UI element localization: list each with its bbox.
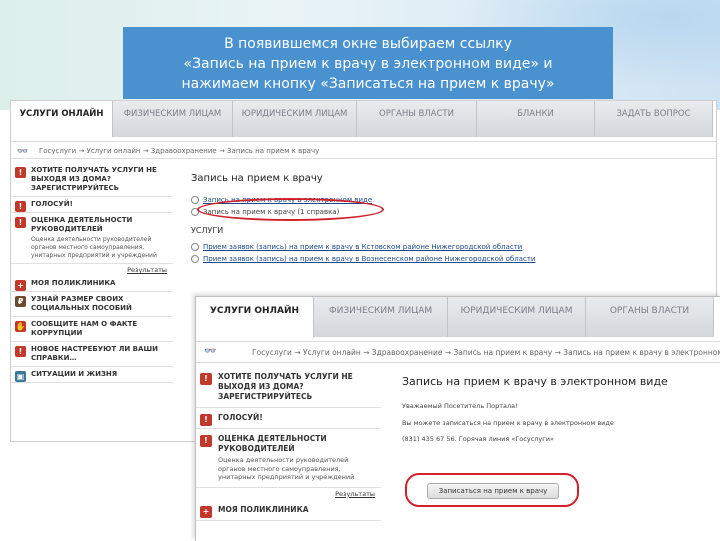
tab-forms[interactable]: БЛАНКИ	[477, 101, 595, 137]
sidebar-item-register[interactable]: ! ХОТИТЕ ПОЛУЧАТЬ УСЛУГИ НЕ ВЫХОДЯ ИЗ ДОМ…	[196, 367, 381, 408]
greeting-text: Уважаемый Посетитель Портала!	[402, 402, 518, 410]
sidebar-item-assessment[interactable]: ! ОЦЕНКА ДЕЯТЕЛЬНОСТИ РУКОВОДИТЕЛЕЙ Оценка…	[196, 429, 381, 488]
sidebar-item-vote[interactable]: ! ГОЛОСУЙ!	[11, 197, 173, 213]
tab-legal-entities[interactable]: ЮРИДИЧЕСКИМ ЛИЦАМ	[233, 101, 357, 137]
book-appointment-button[interactable]: Записаться на прием к врачу	[427, 483, 559, 499]
image-icon: ▣	[15, 371, 26, 382]
sidebar-item-label: МОЯ ПОЛИКЛИНИКА	[218, 504, 309, 514]
highlight-button-oval: Записаться на прием к врачу	[405, 473, 579, 507]
sidebar-item-register[interactable]: ! ХОТИТЕ ПОЛУЧАТЬ УСЛУГИ НЕ ВЫХОДЯ ИЗ ДОМ…	[11, 163, 173, 197]
radio-icon	[191, 255, 199, 263]
banner-line-3: нажимаем кнопку «Записаться на прием к в…	[181, 76, 555, 92]
page-title: Запись на прием к врачу в электронном ви…	[402, 375, 668, 388]
service-link-kstovo[interactable]: Прием заявок (запись) на прием к врачу в…	[191, 243, 711, 251]
main-nav: УСЛУГИ ОНЛАЙН ФИЗИЧЕСКИМ ЛИЦАМ ЮРИДИЧЕСК…	[11, 101, 713, 137]
sidebar-item-desc: Оценка деятельности руководителей органо…	[31, 236, 157, 259]
sidebar-item-label: СООБЩИТЕ НАМ О ФАКТЕ КОРРУПЦИИ	[31, 320, 138, 337]
tab-services-online[interactable]: УСЛУГИ ОНЛАЙН	[196, 297, 314, 337]
sidebar: ! ХОТИТЕ ПОЛУЧАТЬ УСЛУГИ НЕ ВЫХОДЯ ИЗ ДОМ…	[196, 367, 381, 521]
sidebar-item-situations[interactable]: ▣ СИТУАЦИИ И ЖИЗНЯ	[11, 367, 173, 383]
sidebar-item-vote[interactable]: ! ГОЛОСУЙ!	[196, 408, 381, 429]
sidebar-item-label: ХОТИТЕ ПОЛУЧАТЬ УСЛУГИ НЕ ВЫХОДЯ ИЗ ДОМА…	[31, 166, 157, 192]
tab-authorities[interactable]: ОРГАНЫ ВЛАСТИ	[586, 297, 714, 337]
plus-icon: +	[15, 280, 26, 291]
tab-individuals[interactable]: ФИЗИЧЕСКИМ ЛИЦАМ	[113, 101, 233, 137]
instruction-banner: В появившемся окне выбираем ссылку «Запи…	[123, 27, 613, 99]
banner-line-1: В появившемся окне выбираем ссылку	[224, 36, 512, 52]
sidebar-item-corruption[interactable]: ✋ СООБЩИТЕ НАМ О ФАКТЕ КОРРУПЦИИ	[11, 317, 173, 342]
highlight-oval	[197, 198, 384, 221]
alert-icon: !	[15, 201, 26, 212]
breadcrumb: Госуслуги → Услуги онлайн → Здравоохране…	[11, 141, 716, 159]
alert-icon: !	[15, 217, 26, 228]
tab-legal-entities[interactable]: ЮРИДИЧЕСКИМ ЛИЦАМ	[448, 297, 586, 337]
sidebar-item-label: УЗНАЙ РАЗМЕР СВОИХ СОЦИАЛЬНЫХ ПОСОБИЙ	[31, 295, 132, 312]
alert-icon: !	[200, 373, 212, 385]
sidebar-item-label: МОЯ ПОЛИКЛИНИКА	[31, 279, 116, 287]
services-heading: УСЛУГИ	[191, 226, 224, 235]
sidebar-item-label: НОВОЕ НАСТРЕБУЮТ ЛИ ВАШИ СПРАВКИ…	[31, 345, 158, 362]
service-link-label: Прием заявок (запись) на прием к врачу в…	[203, 243, 523, 251]
radio-icon	[191, 243, 199, 251]
info-text: Вы можете записаться на прием к врачу в …	[402, 418, 614, 427]
sidebar-item-certificates[interactable]: ! НОВОЕ НАСТРЕБУЮТ ЛИ ВАШИ СПРАВКИ…	[11, 342, 173, 367]
sidebar-item-label: ГОЛОСУЙ!	[218, 413, 263, 422]
banner-line-2: «Запись на прием к врачу в электронном в…	[183, 56, 553, 72]
sidebar-item-assessment[interactable]: ! ОЦЕНКА ДЕЯТЕЛЬНОСТИ РУКОВОДИТЕЛЕЙ Оценка…	[11, 213, 173, 264]
sidebar-item-clinic[interactable]: + МОЯ ПОЛИКЛИНИКА	[11, 276, 173, 292]
sidebar-item-desc: Оценка деятельности руководителей органо…	[218, 456, 355, 481]
sidebar-item-label: ХОТИТЕ ПОЛУЧАТЬ УСЛУГИ НЕ ВЫХОДЯ ИЗ ДОМА…	[218, 372, 353, 401]
main-nav: УСЛУГИ ОНЛАЙН ФИЗИЧЕСКИМ ЛИЦАМ ЮРИДИЧЕСК…	[196, 297, 714, 337]
radio-icon	[191, 196, 199, 204]
page-title: Запись на прием к врачу	[191, 173, 323, 184]
sidebar-item-label: ОЦЕНКА ДЕЯТЕЛЬНОСТИ РУКОВОДИТЕЛЕЙ	[218, 434, 327, 453]
service-link-voznesensk[interactable]: Прием заявок (запись) на прием к врачу в…	[191, 255, 711, 263]
results-link[interactable]: Результаты	[17, 266, 167, 274]
front-content: Запись на прием к врачу в электронном ви…	[402, 375, 712, 444]
sidebar-item-benefits[interactable]: ₽ УЗНАЙ РАЗМЕР СВОИХ СОЦИАЛЬНЫХ ПОСОБИЙ	[11, 292, 173, 317]
tab-services-online[interactable]: УСЛУГИ ОНЛАЙН	[11, 101, 113, 137]
tab-authorities[interactable]: ОРГАНЫ ВЛАСТИ	[357, 101, 477, 137]
wallet-icon: ₽	[15, 296, 26, 307]
alert-icon: !	[15, 346, 26, 357]
alert-icon: !	[200, 414, 212, 426]
alert-icon: !	[200, 435, 212, 447]
front-screenshot: УСЛУГИ ОНЛАЙН ФИЗИЧЕСКИМ ЛИЦАМ ЮРИДИЧЕСК…	[195, 296, 720, 541]
stop-icon: ✋	[15, 321, 26, 332]
sidebar: ! ХОТИТЕ ПОЛУЧАТЬ УСЛУГИ НЕ ВЫХОДЯ ИЗ ДОМ…	[11, 163, 173, 383]
tab-individuals[interactable]: ФИЗИЧЕСКИМ ЛИЦАМ	[314, 297, 448, 337]
service-link-label: Прием заявок (запись) на прием к врачу в…	[203, 255, 536, 263]
results-link[interactable]: Результаты	[202, 490, 375, 498]
sidebar-item-label: ОЦЕНКА ДЕЯТЕЛЬНОСТИ РУКОВОДИТЕЛЕЙ	[31, 216, 133, 233]
alert-icon: !	[15, 167, 26, 178]
tab-ask-question[interactable]: ЗАДАТЬ ВОПРОС	[595, 101, 713, 137]
sidebar-item-label: ГОЛОСУЙ!	[31, 200, 73, 208]
sidebar-item-label: СИТУАЦИИ И ЖИЗНЯ	[31, 370, 118, 378]
plus-icon: +	[200, 505, 212, 518]
breadcrumb: Госуслуги → Услуги онлайн → Здравоохране…	[196, 341, 720, 363]
hotline-text: (831) 435 67 56. Горячая линия «Госуслуг…	[402, 435, 554, 443]
sidebar-item-clinic[interactable]: + МОЯ ПОЛИКЛИНИКА	[196, 500, 381, 521]
